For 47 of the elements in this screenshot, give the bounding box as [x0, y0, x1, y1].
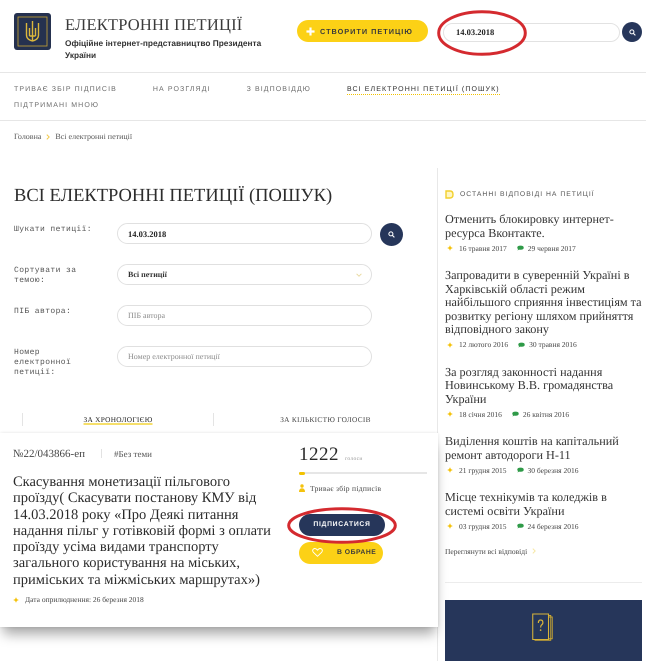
petition-topic[interactable]: #Без теми [114, 448, 152, 458]
chevron-right-icon [532, 548, 536, 554]
star-icon [447, 523, 453, 529]
speech-bubble-icon [516, 523, 524, 529]
search-icon [388, 231, 395, 238]
site-title[interactable]: ЕЛЕКТРОННІ ПЕТИЦІЇ [65, 16, 283, 34]
question-book-icon [532, 613, 556, 642]
speech-bubble-icon [516, 467, 524, 473]
text-field[interactable]: Номер електронної петиції [117, 346, 372, 367]
field-label: Номер електронної петиції: [14, 347, 72, 378]
site-subtitle: Офіційне інтернет-представництво Президента України [65, 37, 262, 61]
star-icon [13, 596, 19, 603]
speech-bubble-icon [518, 342, 526, 348]
speech-bubble-icon [516, 245, 524, 251]
breadcrumb-link[interactable]: Всі електронні петиції [55, 132, 132, 142]
field-label: Шукати петиції: [14, 224, 94, 235]
star-icon [447, 467, 453, 473]
search-button[interactable] [380, 223, 403, 246]
label-icon [445, 190, 454, 199]
petition-number: №22/043866-еп [13, 448, 85, 460]
star-icon [447, 245, 453, 251]
search-field[interactable]: 14.03.2018 [443, 22, 620, 42]
trident-logo[interactable] [14, 13, 51, 50]
search-icon [628, 28, 636, 36]
text-field[interactable]: ПІБ автора [117, 305, 372, 326]
search-field[interactable]: 14.03.2018 [117, 223, 372, 244]
petition-link[interactable]: Місце технікумів та коледжів в системі освіти України [445, 491, 642, 518]
petition-link[interactable]: Отменить блокировку интернет-ресурса Вконтакте. [445, 213, 642, 240]
breadcrumb-link[interactable]: Головна [14, 132, 42, 142]
person-icon [299, 484, 305, 492]
page-title: ВСІ ЕЛЕКТРОННІ ПЕТИЦІЇ (ПОШУК) [14, 185, 334, 207]
field-label: Сортувати за темою: [14, 265, 78, 286]
topic-select[interactable]: Всі петиції [117, 264, 372, 285]
star-icon [447, 342, 453, 348]
field-label: ПІБ автора: [14, 306, 72, 317]
speech-bubble-icon [512, 411, 519, 417]
chevron-down-icon [356, 272, 362, 276]
chevron-right-icon [46, 134, 50, 140]
petition-link[interactable]: За розгляд законності надання Новинському В.В. громадянства України [445, 366, 642, 406]
vote-count: 1222 [299, 445, 339, 465]
petition-title[interactable]: Скасування монетизації пільгового проїзду( Скасувати постанову КМУ від 14.03.2018 року «Про Деякі питання надання пільг у готівковій формі з оплати проїзду усіма видами транспорту загального користування на міських, приміських та міжміських маршрутах») [13, 474, 275, 588]
search-button[interactable] [622, 22, 642, 42]
heart-icon [312, 548, 323, 557]
star-icon [447, 411, 453, 417]
plus-icon [306, 26, 315, 36]
petition-link[interactable]: Запровадити в суверенній Україні в Харківській області режим найбільшого сприяння інвестиціям та розвитку регіону шляхом прийняття відповідного закону [445, 269, 642, 336]
petition-link[interactable]: Виділення коштів на капітальний ремонт автодороги Н-11 [445, 435, 642, 462]
